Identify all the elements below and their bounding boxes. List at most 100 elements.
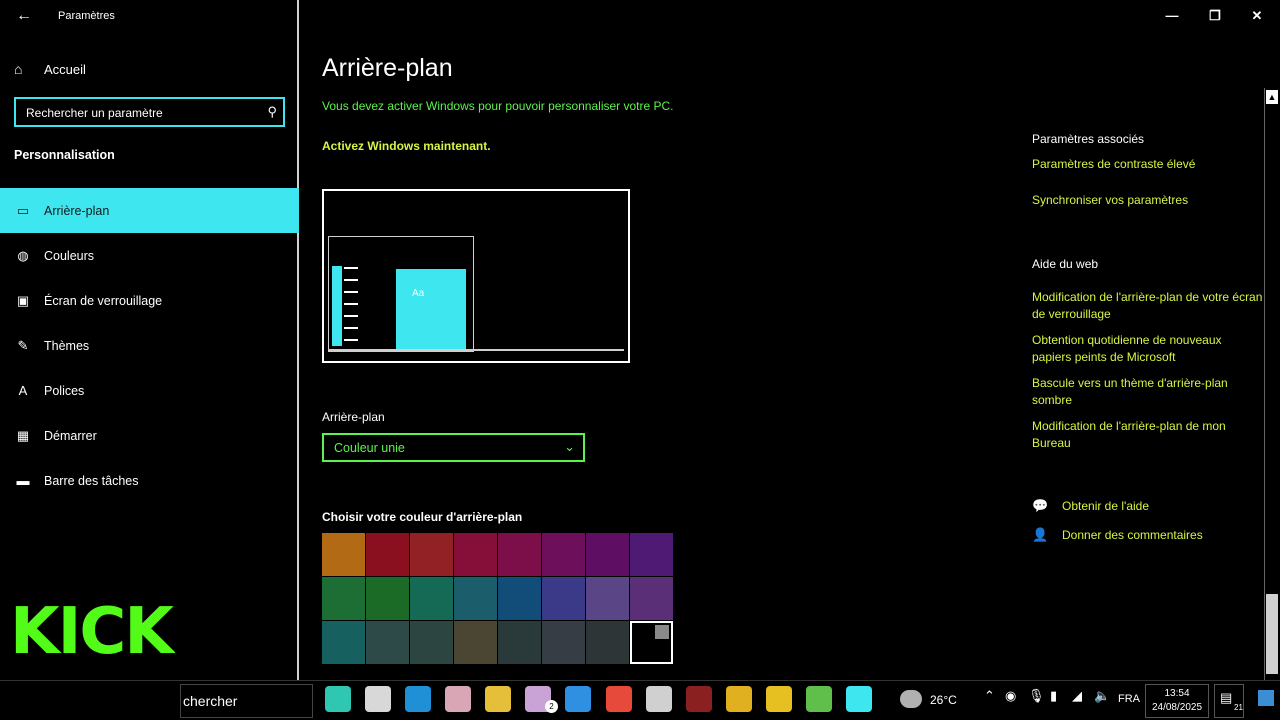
explorer-app-icon[interactable] bbox=[485, 686, 511, 712]
clock-time: 13:54 bbox=[1164, 688, 1190, 699]
preview-line bbox=[344, 279, 358, 281]
taskbar-search[interactable]: chercher bbox=[180, 684, 313, 718]
minimize-button[interactable]: — bbox=[1161, 6, 1183, 26]
sidebar-item[interactable]: ▣ Écran de verrouillage bbox=[0, 278, 299, 323]
color-swatch[interactable] bbox=[322, 577, 365, 620]
microphone-icon[interactable]: 🎙 bbox=[1028, 688, 1045, 704]
sidebar-item[interactable]: A Polices bbox=[0, 368, 299, 413]
feedback-link[interactable]: 👤 Donner des commentaires bbox=[1032, 527, 1203, 543]
search-text: Rechercher un paramètre bbox=[26, 106, 163, 120]
chevron-up-icon[interactable]: ⌃ bbox=[984, 688, 995, 704]
color-swatch[interactable] bbox=[542, 533, 585, 576]
color-swatch[interactable] bbox=[586, 621, 629, 664]
background-preview: Aa bbox=[322, 189, 630, 363]
location-icon[interactable]: ◉ bbox=[1005, 688, 1016, 704]
color-swatch[interactable] bbox=[498, 577, 541, 620]
kick-logo: KICK bbox=[10, 598, 175, 660]
chat-app-icon[interactable] bbox=[766, 686, 792, 712]
volume-icon[interactable]: 🔈 bbox=[1094, 688, 1110, 704]
color-swatch[interactable] bbox=[542, 577, 585, 620]
get-help-link[interactable]: 💬 Obtenir de l'aide bbox=[1032, 498, 1149, 514]
taskbar-search-text: chercher bbox=[183, 693, 238, 709]
palette-icon: ◍ bbox=[17, 247, 29, 263]
color-swatch[interactable] bbox=[498, 621, 541, 664]
sync-settings-link[interactable]: Synchroniser vos paramètres bbox=[1032, 192, 1264, 209]
color-swatch[interactable] bbox=[454, 621, 497, 664]
sidebar-item[interactable]: ▭ Arrière-plan bbox=[0, 188, 299, 233]
high-contrast-link[interactable]: Paramètres de contraste élevé bbox=[1032, 156, 1264, 173]
web-help-link[interactable]: Bascule vers un thème d'arrière-plan som… bbox=[1032, 375, 1264, 409]
settings-app-icon[interactable] bbox=[846, 686, 872, 712]
feedback-icon: 👤 bbox=[1032, 527, 1049, 542]
color-swatch[interactable] bbox=[630, 577, 673, 620]
get-help-label: Obtenir de l'aide bbox=[1062, 499, 1150, 513]
search-input[interactable]: Rechercher un paramètre ⚲ bbox=[14, 97, 285, 127]
yellow-app-icon[interactable] bbox=[726, 686, 752, 712]
activate-windows-link[interactable]: Activez Windows maintenant. bbox=[322, 139, 491, 153]
lock-screen-icon: ▣ bbox=[16, 292, 30, 308]
preview-line bbox=[344, 315, 358, 317]
edge-app-icon[interactable] bbox=[405, 686, 431, 712]
color-swatch[interactable] bbox=[410, 621, 453, 664]
battery-icon[interactable]: ▮ bbox=[1050, 688, 1057, 704]
taskview-app-icon[interactable] bbox=[325, 686, 351, 712]
weather-icon[interactable] bbox=[900, 690, 922, 708]
close-button[interactable]: ✕ bbox=[1246, 6, 1268, 26]
kick-logo-text: KICK bbox=[10, 598, 175, 660]
color-swatch[interactable] bbox=[366, 577, 409, 620]
preview-tiles: Aa bbox=[396, 269, 466, 349]
color-swatch[interactable] bbox=[366, 533, 409, 576]
color-swatch[interactable] bbox=[498, 533, 541, 576]
scrollbar[interactable] bbox=[1264, 88, 1280, 680]
color-swatch[interactable] bbox=[630, 533, 673, 576]
weather-temperature[interactable]: 26°C bbox=[930, 693, 957, 707]
network-icon[interactable]: ◢ bbox=[1072, 688, 1082, 704]
bluestacks-app-icon[interactable] bbox=[806, 686, 832, 712]
color-swatch[interactable] bbox=[366, 621, 409, 664]
color-swatch[interactable] bbox=[410, 533, 453, 576]
color-swatch[interactable] bbox=[410, 577, 453, 620]
page-title: Arrière-plan bbox=[322, 54, 453, 82]
color-swatch[interactable] bbox=[586, 533, 629, 576]
background-label: Arrière-plan bbox=[322, 410, 385, 424]
color-swatch[interactable] bbox=[542, 621, 585, 664]
facebook-app-icon[interactable] bbox=[565, 686, 591, 712]
clock[interactable]: 13:54 24/08/2025 bbox=[1145, 684, 1209, 718]
recorder-app-icon[interactable] bbox=[686, 686, 712, 712]
color-swatch[interactable] bbox=[630, 621, 673, 664]
notepad-app-icon[interactable] bbox=[365, 686, 391, 712]
sidebar-item[interactable]: ✎ Thèmes bbox=[0, 323, 299, 368]
sidebar-item[interactable]: ▦ Démarrer bbox=[0, 413, 299, 458]
background-dropdown[interactable]: Couleur unie ⌄ bbox=[322, 433, 585, 462]
color-swatch[interactable] bbox=[322, 621, 365, 664]
scroll-thumb[interactable] bbox=[1266, 594, 1278, 674]
sidebar-item[interactable]: ◍ Couleurs bbox=[0, 233, 299, 278]
taskbar-icon: ▬ bbox=[16, 473, 30, 488]
color-swatch[interactable] bbox=[322, 533, 365, 576]
web-help-link[interactable]: Obtention quotidienne de nouveaux papier… bbox=[1032, 332, 1264, 366]
color-swatch[interactable] bbox=[454, 577, 497, 620]
preview-line bbox=[344, 267, 358, 269]
store-app-icon[interactable] bbox=[646, 686, 672, 712]
activation-warning: Vous devez activer Windows pour pouvoir … bbox=[322, 99, 674, 113]
preview-line bbox=[344, 327, 358, 329]
language-indicator[interactable]: FRA bbox=[1118, 693, 1140, 705]
color-swatch[interactable] bbox=[586, 577, 629, 620]
action-center-icon[interactable] bbox=[1258, 690, 1274, 706]
web-help-link[interactable]: Modification de l'arrière-plan de mon Bu… bbox=[1032, 418, 1264, 452]
search-icon[interactable]: ⚲ bbox=[267, 104, 277, 120]
sidebar-item[interactable]: ▬ Barre des tâches bbox=[0, 458, 299, 503]
preview-start-pane bbox=[332, 266, 342, 346]
mail-app-icon[interactable] bbox=[445, 686, 471, 712]
notification-count: 21 bbox=[1234, 703, 1243, 712]
chrome-app-icon[interactable] bbox=[606, 686, 632, 712]
web-help-link[interactable]: Modification de l'arrière-plan de votre … bbox=[1032, 289, 1264, 323]
color-swatch[interactable] bbox=[454, 533, 497, 576]
section-title: Personnalisation bbox=[14, 148, 115, 162]
scroll-up-icon[interactable]: ▲ bbox=[1266, 90, 1278, 104]
web-help-heading: Aide du web bbox=[1032, 257, 1099, 271]
preview-taskbar bbox=[328, 349, 624, 351]
sidebar-item-label: Arrière-plan bbox=[44, 203, 110, 218]
maximize-button[interactable]: ❐ bbox=[1204, 6, 1226, 26]
home-link[interactable]: ⌂ Accueil bbox=[14, 58, 86, 80]
